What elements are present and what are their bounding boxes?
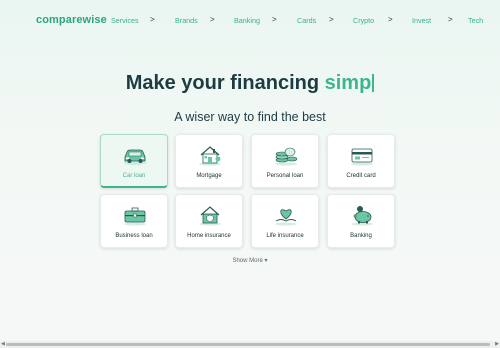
chevron-down-icon: ▾ — [264, 258, 268, 264]
top-navigation: comparewise Services > Brands > Banking … — [0, 0, 500, 40]
nav-item-tech[interactable]: Tech — [468, 16, 483, 25]
category-label: Life insurance — [266, 233, 304, 239]
nav-item-cards[interactable]: Cards — [297, 16, 316, 25]
category-card-home-insurance[interactable]: Home insurance — [175, 194, 243, 248]
category-label: Credit card — [346, 173, 376, 179]
headline-prefix: Make your financing — [125, 72, 320, 94]
house-icon — [199, 146, 221, 166]
nav-item-invest[interactable]: Invest — [412, 16, 431, 25]
chevron-right-icon[interactable]: > — [272, 15, 277, 24]
home-shield-icon — [199, 206, 221, 226]
piggy-bank-icon — [351, 206, 373, 226]
car-icon — [124, 149, 146, 165]
category-card-mortgage[interactable]: Mortgage — [175, 134, 243, 188]
hero-headline: Make your financing simp — [0, 72, 500, 95]
nav-item-banking[interactable]: Banking — [234, 16, 260, 25]
headline-typed-word: simp — [324, 72, 372, 94]
coins-icon — [275, 147, 298, 166]
show-more-label: Show More — [232, 258, 263, 264]
scroll-left-icon[interactable]: ◀ — [1, 341, 5, 347]
briefcase-icon — [124, 207, 146, 226]
nav-item-crypto[interactable]: Crypto — [353, 16, 374, 25]
category-card-personal-loan[interactable]: Personal loan — [251, 134, 319, 188]
chevron-right-icon[interactable]: > — [210, 15, 215, 24]
category-card-credit-card[interactable]: Credit card — [327, 134, 395, 188]
heart-hand-icon — [275, 209, 297, 226]
typing-cursor — [372, 74, 375, 92]
category-card-car-loan[interactable]: Car loan — [100, 134, 168, 188]
hero-subhead: A wiser way to find the best — [174, 110, 326, 124]
scrollbar-thumb[interactable] — [6, 343, 490, 346]
credit-card-icon — [351, 148, 373, 166]
category-label: Banking — [350, 233, 372, 239]
category-label: Personal loan — [266, 173, 304, 179]
nav-item-services[interactable]: Services — [111, 16, 139, 25]
category-card-life-insurance[interactable]: Life insurance — [251, 194, 319, 248]
show-more-button[interactable]: Show More ▾ — [0, 257, 500, 264]
category-card-banking[interactable]: Banking — [327, 194, 395, 248]
chevron-right-icon[interactable]: > — [150, 15, 155, 24]
chevron-right-icon[interactable]: > — [448, 15, 453, 24]
category-label: Mortgage — [196, 173, 222, 179]
nav-item-brands[interactable]: Brands — [175, 16, 198, 25]
brand-logo[interactable]: comparewise — [36, 14, 107, 26]
category-label: Car loan — [122, 173, 146, 179]
scroll-right-icon[interactable]: ▶ — [495, 341, 499, 347]
category-label: Business loan — [115, 233, 153, 239]
category-card-business-loan[interactable]: Business loan — [100, 194, 168, 248]
chevron-right-icon[interactable]: > — [388, 15, 393, 24]
horizontal-scrollbar[interactable]: ◀ ▶ — [0, 341, 500, 348]
category-label: Home insurance — [187, 233, 231, 239]
chevron-right-icon[interactable]: > — [329, 15, 334, 24]
